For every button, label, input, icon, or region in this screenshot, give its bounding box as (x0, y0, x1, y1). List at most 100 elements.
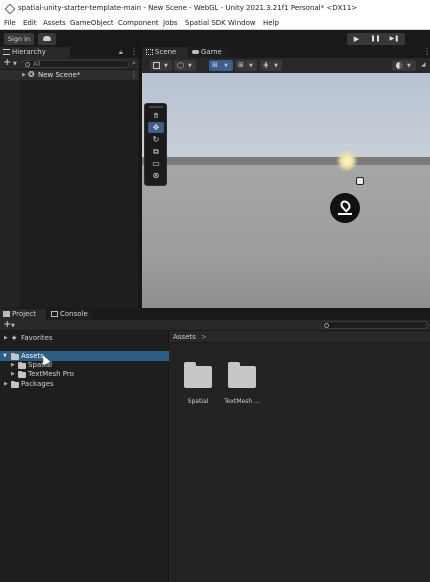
grid-icon (146, 49, 153, 55)
play-button[interactable]: ▶ (347, 33, 366, 45)
hierarchy-search-input[interactable]: All (21, 60, 129, 68)
folder-icon (228, 362, 256, 388)
expand-arrow-icon[interactable]: ▶ (11, 369, 15, 379)
step-button[interactable]: ▶❚ (385, 33, 404, 45)
chevron-down-icon: ▼ (224, 63, 228, 69)
expand-arrow-icon[interactable]: ▶ (4, 333, 8, 343)
tree-item-textmesh-pro[interactable]: ▶ TextMesh Pro (0, 369, 169, 379)
asset-label: TextMesh ... (224, 398, 260, 405)
tab-game-label: Game (201, 48, 222, 56)
menu-spatial-sdk[interactable]: Spatial SDK (185, 19, 226, 27)
snap-grid-toggle[interactable]: ⊞ ▼ (209, 60, 233, 71)
add-button[interactable]: + (3, 57, 11, 68)
asset-label: Spatial (187, 398, 209, 405)
draw-mode-icon (153, 62, 160, 69)
tab-game[interactable]: Game (189, 47, 229, 58)
hierarchy-row-new-scene[interactable]: ▶ ❂ New Scene* ⋮ (0, 70, 139, 80)
tab-console[interactable]: Console (48, 309, 92, 320)
sign-in-button[interactable]: Sign in (4, 33, 34, 45)
tab-scene[interactable]: Scene (143, 47, 188, 58)
scene-visibility-toggle[interactable]: ▼ (392, 60, 416, 71)
folder-icon (184, 362, 212, 388)
spawn-point-icon[interactable] (330, 193, 360, 223)
expand-arrow-icon[interactable]: ▶ (4, 379, 8, 389)
scene-settings-icon[interactable]: ◢ (421, 61, 426, 68)
chevron-down-icon: ▼ (274, 63, 278, 69)
menu-assets[interactable]: Assets (43, 19, 66, 27)
menu-component[interactable]: Component (118, 19, 159, 27)
scale-tool-icon[interactable]: ⧉ (148, 146, 164, 157)
pin-base (338, 213, 352, 215)
gizmo-toggle[interactable]: ▼ (150, 60, 172, 71)
asset-item-spatial[interactable]: Spatial (176, 361, 220, 421)
menu-jobs[interactable]: Jobs (163, 19, 177, 27)
folder-icon (3, 311, 10, 317)
rect-tool-icon[interactable]: ▭ (148, 158, 164, 169)
folder-icon (11, 380, 19, 388)
camera-gizmo-icon[interactable] (356, 177, 364, 185)
snap-increment-icon: ⋕ (263, 61, 269, 69)
transform-tool-icon[interactable]: ⊛ (148, 170, 164, 181)
tree-item-favorites[interactable]: ▶ ★ Favorites (0, 333, 169, 343)
tab-scene-label: Scene (155, 48, 177, 56)
search-icon (324, 323, 329, 328)
more-options-icon[interactable]: ⋮ (130, 47, 138, 56)
menu-bar: File Edit Assets GameObject Component Jo… (0, 18, 430, 30)
increment-snap-toggle[interactable]: ⋕ ▼ (260, 60, 282, 71)
cloud-icon[interactable] (38, 33, 56, 45)
breadcrumb-assets[interactable]: Assets (173, 333, 196, 341)
directional-light-icon[interactable] (336, 150, 358, 172)
hierarchy-gutter (0, 70, 20, 308)
folder-icon (18, 370, 26, 378)
project-panel: Project Console + ▼ ▶ ★ Favorites ▼ Asse… (0, 309, 430, 582)
chevron-down-icon[interactable]: ▼ (11, 323, 15, 329)
breadcrumb-separator: > (201, 333, 207, 341)
scene-toolbar: ▼ ⬡ ▼ ⊞ ▼ ⊞ ▼ ⋕ ▼ ▼ ◢ (142, 58, 430, 73)
project-folder-tree: ▶ ★ Favorites ▼ Assets ▶ Spatial ▶ TextM… (0, 331, 169, 582)
grid-snap-icon: ⊞ (212, 61, 218, 69)
lock-icon[interactable]: 🔒︎ (119, 48, 123, 57)
shading-toggle[interactable]: ⬡ ▼ (174, 60, 196, 71)
play-controls: ▶ ❚❚ ▶❚ (347, 33, 405, 45)
tab-project-label: Project (12, 310, 36, 318)
menu-edit[interactable]: Edit (23, 19, 37, 27)
scene-more-icon[interactable]: ⋮ (423, 47, 430, 56)
hand-tool-icon[interactable]: ✋︎ (148, 110, 164, 121)
chevron-down-icon: ▼ (249, 63, 253, 69)
move-tool-icon[interactable]: ✥ (148, 122, 164, 133)
scene-label: New Scene* (38, 71, 81, 79)
hierarchy-icon (3, 49, 10, 55)
expand-arrow-icon[interactable]: ▶ (22, 72, 26, 78)
grid-icon: ⊞ (238, 61, 244, 69)
menu-gameobject[interactable]: GameObject (70, 19, 114, 27)
lighting-icon (396, 62, 403, 69)
rotate-tool-icon[interactable]: ↻ (148, 134, 164, 145)
scene-more-icon[interactable]: ⋮ (130, 70, 138, 79)
tree-item-packages[interactable]: ▶ Packages (0, 379, 169, 389)
main-toolbar: Sign in ▶ ❚❚ ▶❚ (0, 30, 430, 47)
menu-window[interactable]: Window (228, 19, 256, 27)
menu-help[interactable]: Help (263, 19, 279, 27)
tool-palette: ✋︎ ✥ ↻ ⧉ ▭ ⊛ (144, 103, 167, 186)
chevron-down-icon[interactable]: ▼ (13, 61, 17, 67)
menu-file[interactable]: File (4, 19, 16, 27)
asset-item-textmesh-pro[interactable]: TextMesh ... (220, 361, 264, 421)
tree-label: Packages (21, 380, 54, 388)
tree-label: TextMesh Pro (28, 370, 74, 378)
breadcrumb: Assets > (170, 331, 430, 343)
scene-viewport[interactable]: ✋︎ ✥ ↻ ⧉ ▭ ⊛ (142, 73, 430, 308)
filter-icon[interactable]: ⌕ (132, 59, 136, 68)
project-asset-grid: Assets > Spatial TextMesh ... (170, 331, 430, 582)
chevron-down-icon: ▼ (407, 63, 411, 69)
palette-handle[interactable] (149, 106, 163, 108)
tree-label: Favorites (21, 334, 53, 342)
grid-toggle[interactable]: ⊞ ▼ (235, 60, 257, 71)
cube-icon: ⬡ (177, 61, 184, 70)
gamepad-icon (192, 50, 199, 54)
search-placeholder: All (33, 61, 41, 68)
hierarchy-panel: Hierarchy 🔒︎ ⋮ + ▼ All ⌕ ▶ ❂ New Scene* … (0, 47, 140, 308)
pause-button[interactable]: ❚❚ (366, 33, 385, 45)
project-search-input[interactable] (320, 321, 428, 329)
window-title-bar: spatial-unity-starter-template-main - Ne… (0, 0, 430, 18)
unity-logo-icon (4, 3, 16, 15)
